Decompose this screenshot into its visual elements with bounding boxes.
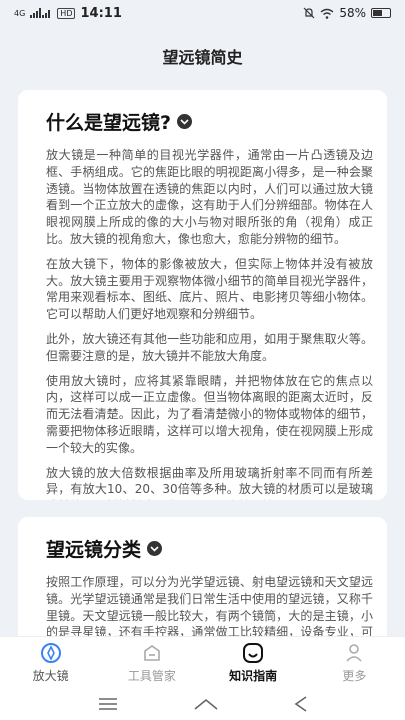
- status-left: 4G HD 14:11: [14, 6, 122, 21]
- nav-label: 工具管家: [127, 668, 176, 683]
- signal-icon: [30, 8, 51, 18]
- guide-icon: [242, 642, 264, 664]
- section-header[interactable]: 望远镜分类: [46, 535, 373, 562]
- section-paragraph: 放大镜是一种简单的目视光学器件，通常由一片凸透镜及边框、手柄组成。它的焦距比眼的…: [46, 148, 373, 246]
- nav-label: 知识指南: [229, 668, 278, 683]
- nav-item-toolbox[interactable]: 工具管家: [101, 637, 202, 688]
- mute-icon: [303, 7, 315, 19]
- section-header[interactable]: 什么是望远镜?: [46, 108, 373, 135]
- battery-percent: 58%: [339, 6, 366, 20]
- page-title: 望远镜简史: [162, 48, 243, 67]
- chevron-down-icon[interactable]: [147, 541, 163, 556]
- nav-label: 放大镜: [32, 668, 69, 683]
- wifi-icon: [320, 8, 334, 19]
- status-right: 58%: [303, 6, 391, 20]
- status-bar: 4G HD 14:11 58%: [0, 0, 405, 26]
- back-icon[interactable]: [294, 696, 308, 712]
- section-title: 望远镜分类: [46, 539, 142, 561]
- status-time: 14:11: [80, 5, 122, 21]
- battery-fill: [373, 10, 382, 16]
- section-paragraph: 放大镜的放大倍数根据曲率及所用玻璃折射率不同而有所差异，有放大10、20、30倍…: [46, 465, 373, 500]
- section-card-what-is: 什么是望远镜? 放大镜是一种简单的目视光学器件，通常由一片凸透镜及边框、手柄组成…: [18, 90, 387, 500]
- nav-item-magnifier[interactable]: 放大镜: [0, 637, 101, 688]
- section-paragraph: 在放大镜下，物体的影像被放大，但实际上物体并没有被放大。放大镜主要用于观察物体微…: [46, 256, 373, 322]
- menu-icon[interactable]: [98, 697, 118, 711]
- bottom-nav: 放大镜 工具管家 知识指南 更多: [0, 636, 405, 688]
- home-icon[interactable]: [193, 697, 219, 711]
- nav-item-more[interactable]: 更多: [304, 637, 405, 688]
- chevron-down-icon[interactable]: [177, 114, 193, 129]
- battery-icon: [371, 8, 391, 18]
- nav-label: 更多: [342, 668, 367, 683]
- section-paragraph: 使用放大镜时，应将其紧靠眼睛，并把物体放在它的焦点以内，这样可以成一正立虚像。但…: [46, 373, 373, 455]
- nav-item-guide[interactable]: 知识指南: [203, 637, 304, 688]
- section-title: 什么是望远镜?: [46, 112, 172, 134]
- person-icon: [343, 642, 365, 664]
- toolbox-icon: [141, 642, 163, 664]
- system-nav-bar: [0, 688, 405, 720]
- magnifier-icon: [40, 642, 62, 664]
- hd-badge: HD: [57, 7, 76, 19]
- signal-4g-label: 4G: [14, 8, 26, 18]
- section-paragraph: 此外，放大镜还有其他一些功能和应用，如用于聚焦取火等。但需要注意的是，放大镜并不…: [46, 331, 373, 363]
